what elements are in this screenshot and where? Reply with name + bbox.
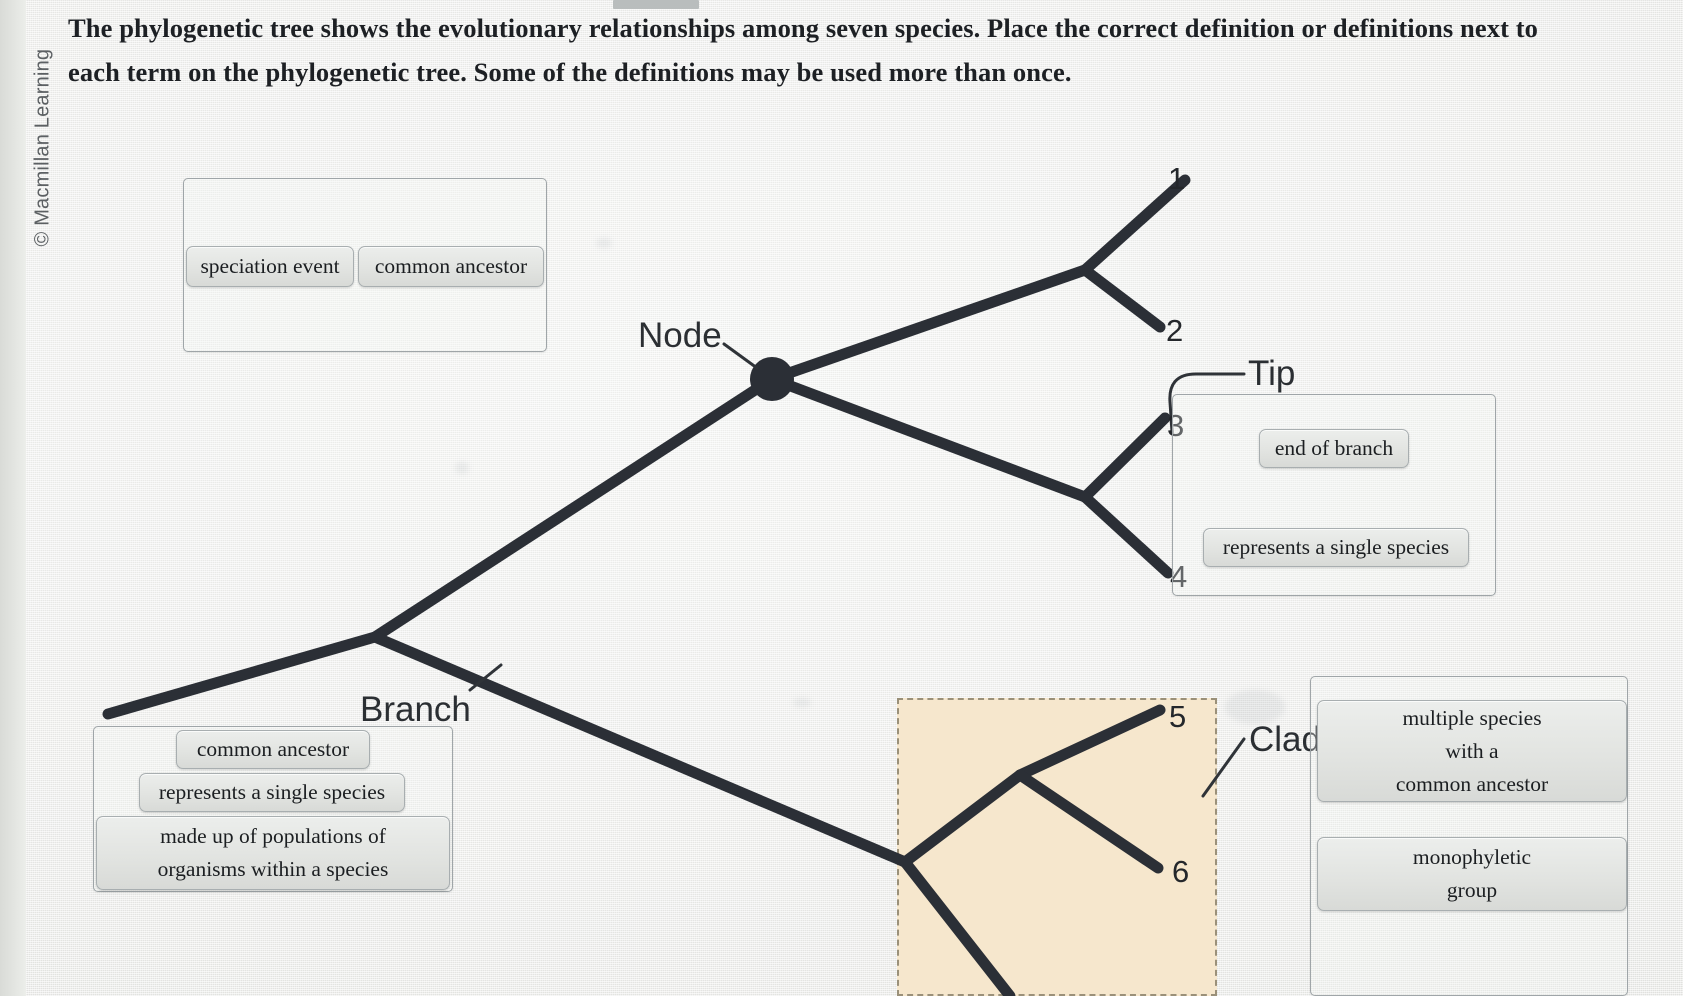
worksheet-page: © Macmillan Learning The phylogenetic tr… xyxy=(0,0,1683,996)
chip-made-up-of-populations[interactable]: made up of populations of organisms with… xyxy=(96,816,450,890)
chip-monophyletic-group[interactable]: monophyletic group xyxy=(1317,837,1627,911)
chip-line-2: organisms within a species xyxy=(157,857,389,881)
tip-number-1: 1 xyxy=(1168,161,1186,196)
chip-represents-single-species-tip[interactable]: represents a single species xyxy=(1203,528,1469,567)
chip-line-1: made up of populations of xyxy=(160,824,386,848)
chip-multiple-species-common-ancestor[interactable]: multiple species with a common ancestor xyxy=(1317,700,1627,802)
chip-line-1: monophyletic xyxy=(1412,845,1532,869)
tip-number-2: 2 xyxy=(1166,313,1184,348)
node-dot xyxy=(750,357,794,401)
chip-line-3: common ancestor xyxy=(1395,771,1549,796)
branch-tip-7 xyxy=(899,856,1016,996)
chip-common-ancestor-node[interactable]: common ancestor xyxy=(358,246,544,287)
branch-node-to-middle xyxy=(766,373,1091,503)
branch-node-to-upper xyxy=(766,264,1091,385)
chip-represents-single-species-branch[interactable]: represents a single species xyxy=(139,773,405,812)
branch-tip-6 xyxy=(1014,769,1164,874)
chip-end-of-branch[interactable]: end of branch xyxy=(1259,429,1409,468)
chip-line-1: multiple species xyxy=(1402,705,1542,730)
branch-tip-2 xyxy=(1079,264,1166,333)
branch-tip-5 xyxy=(1014,704,1166,781)
chip-line-2: with a xyxy=(1445,738,1499,763)
branch-tip-4 xyxy=(1079,491,1174,579)
label-node: Node xyxy=(638,316,722,355)
node-leader-line xyxy=(722,342,759,370)
tip-number-6: 6 xyxy=(1172,854,1190,889)
label-tip: Tip xyxy=(1248,354,1296,393)
label-branch: Branch xyxy=(360,690,471,729)
branch-root-left xyxy=(102,631,381,720)
branch-lower-internal xyxy=(899,769,1026,868)
branch-root-to-lower xyxy=(369,631,911,868)
branch-root-to-node xyxy=(369,373,778,643)
tip-number-5: 5 xyxy=(1169,699,1187,734)
chip-common-ancestor-branch[interactable]: common ancestor xyxy=(176,730,370,769)
chip-line-2: group xyxy=(1446,878,1498,902)
branch-tip-3 xyxy=(1079,412,1171,503)
chip-speciation-event[interactable]: speciation event xyxy=(186,246,354,287)
clade-leader-line xyxy=(1201,737,1246,798)
